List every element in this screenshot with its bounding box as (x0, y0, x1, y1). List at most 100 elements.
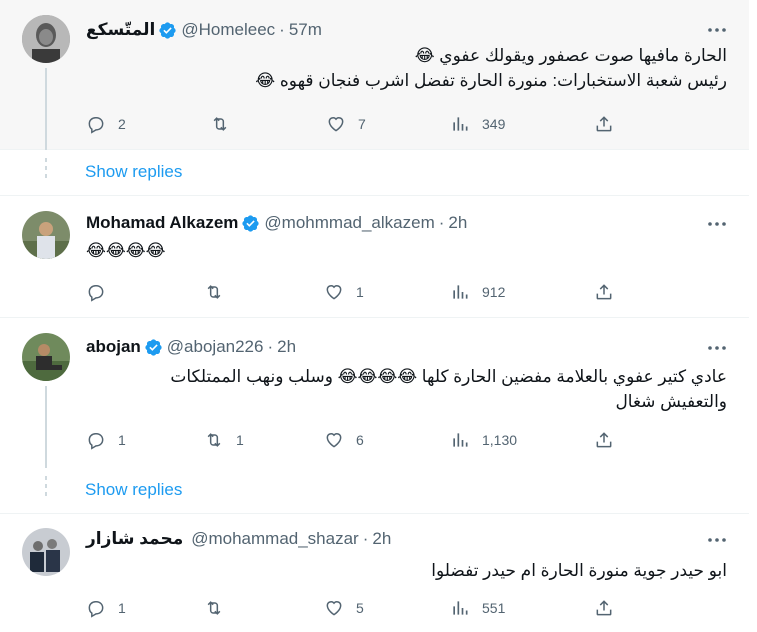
tweet-text: عادي كتير عفوي بالعلامة مفضين الحارة كله… (86, 364, 727, 414)
avatar[interactable] (22, 333, 70, 381)
like-count: 5 (356, 600, 364, 616)
tweet-line: رئيس شعبة الاستخبارات: منورة الحارة تفضل… (255, 71, 727, 90)
like-count: 1 (356, 284, 364, 300)
like-button[interactable]: 6 (324, 429, 364, 451)
display-name[interactable]: محمد شازار (86, 529, 183, 549)
retweet-button[interactable] (204, 281, 236, 303)
tweet-text: 😂😂😂😂 (86, 238, 727, 263)
reply-button[interactable]: 1 (86, 429, 126, 451)
retweet-button[interactable] (210, 113, 242, 135)
heart-icon (326, 433, 342, 448)
like-button[interactable]: 7 (326, 113, 366, 135)
verified-badge-icon[interactable] (158, 21, 177, 40)
retweet-icon (207, 285, 221, 299)
views-button[interactable]: 1,130 (450, 429, 517, 451)
show-replies-link[interactable]: Show replies (85, 480, 182, 500)
more-options-icon[interactable] (705, 338, 729, 358)
retweet-icon (213, 117, 227, 131)
separator: · (279, 20, 285, 39)
tweet-header: abojan @abojan226 · 2h (86, 336, 296, 358)
like-button[interactable]: 5 (324, 597, 364, 619)
like-count: 7 (358, 116, 366, 132)
retweet-button[interactable]: 1 (204, 429, 244, 451)
reply-icon (88, 117, 104, 134)
tweet-header: Mohamad Alkazem @mohmmad_alkazem · 2h (86, 212, 467, 234)
views-button[interactable]: 349 (450, 113, 505, 135)
page-edge (749, 0, 757, 632)
display-name[interactable]: Mohamad Alkazem (86, 213, 238, 233)
reply-button[interactable] (86, 281, 118, 303)
tweet-actions: 1 5 551 (86, 597, 626, 619)
tweet-actions: 1 1 6 1,130 (86, 429, 626, 451)
avatar[interactable] (22, 15, 70, 63)
tweet-text: ابو حيدر جوية منورة الحارة ام حيدر تفضلو… (86, 558, 727, 583)
like-button[interactable]: 1 (324, 281, 364, 303)
views-button[interactable]: 551 (450, 597, 505, 619)
more-options-icon[interactable] (705, 530, 729, 550)
retweet-icon (207, 601, 221, 615)
handle[interactable]: @mohmmad_alkazem (264, 213, 434, 233)
display-name[interactable]: المتّسكع (86, 20, 155, 40)
share-button[interactable] (594, 113, 614, 135)
analytics-icon (453, 117, 468, 131)
timestamp[interactable]: 57m (289, 20, 322, 40)
view-count: 912 (482, 284, 506, 300)
more-options-icon[interactable] (705, 20, 729, 40)
tweet-text: الحارة مافيها صوت عصفور ويقولك عفوي 😂 رئ… (86, 43, 727, 93)
tweet-actions: 2 7 349 (86, 113, 626, 135)
like-count: 6 (356, 432, 364, 448)
view-count: 551 (482, 600, 506, 616)
view-count: 349 (482, 116, 506, 132)
handle[interactable]: @Homeleec (181, 20, 275, 40)
verified-badge-icon[interactable] (144, 338, 163, 357)
show-replies-row[interactable]: Show replies (0, 150, 749, 196)
verified-badge-icon[interactable] (241, 214, 260, 233)
share-icon (596, 284, 612, 300)
tweet[interactable]: Mohamad Alkazem @mohmmad_alkazem · 2h 😂😂… (0, 196, 749, 318)
tweet-line: عادي كتير عفوي بالعلامة مفضين الحارة كله… (170, 367, 727, 386)
share-button[interactable] (594, 281, 614, 303)
tweet-line: الحارة مافيها صوت عصفور ويقولك عفوي 😂 (414, 46, 727, 65)
reply-count: 1 (118, 600, 126, 616)
retweet-icon (207, 433, 221, 447)
tweet[interactable]: محمد شازار @mohammad_shazar · 2h ابو حيد… (0, 514, 749, 632)
handle[interactable]: @mohammad_shazar (191, 529, 359, 549)
timestamp[interactable]: 2h (277, 337, 296, 357)
timestamp[interactable]: 2h (372, 529, 391, 549)
tweet-line: 😂😂😂😂 (86, 241, 166, 260)
reply-icon (88, 601, 104, 618)
retweet-button[interactable] (204, 597, 236, 619)
view-count: 1,130 (482, 432, 518, 448)
share-icon (596, 432, 612, 448)
share-button[interactable] (594, 597, 614, 619)
show-replies-link[interactable]: Show replies (85, 162, 182, 182)
thread-line (45, 386, 47, 468)
reply-button[interactable]: 2 (86, 113, 126, 135)
tweet-actions: 1 912 (86, 281, 626, 303)
heart-icon (326, 601, 342, 616)
tweet[interactable]: abojan @abojan226 · 2h عادي كتير عفوي با… (0, 318, 749, 468)
share-icon (596, 116, 612, 132)
reply-count: 1 (118, 432, 126, 448)
display-name[interactable]: abojan (86, 337, 141, 357)
reply-icon (88, 285, 104, 302)
tweet-line: ابو حيدر جوية منورة الحارة ام حيدر تفضلو… (431, 561, 727, 580)
thread-dots (44, 476, 48, 500)
thread-dots (44, 158, 48, 182)
tweet[interactable]: المتّسكع @Homeleec · 57m الحارة مافيها ص… (0, 0, 749, 150)
analytics-icon (453, 433, 468, 447)
separator: · (267, 337, 274, 356)
handle[interactable]: @abojan226 (167, 337, 264, 357)
avatar[interactable] (22, 211, 70, 259)
views-button[interactable]: 912 (450, 281, 505, 303)
avatar[interactable] (22, 528, 70, 576)
reply-count: 2 (118, 116, 126, 132)
reply-button[interactable]: 1 (86, 597, 126, 619)
thread-line (45, 68, 47, 150)
separator: · (362, 529, 369, 548)
tweet-header: محمد شازار @mohammad_shazar · 2h (86, 528, 391, 550)
timestamp[interactable]: 2h (448, 213, 467, 233)
share-button[interactable] (594, 429, 614, 451)
show-replies-row[interactable]: Show replies (0, 468, 749, 514)
more-options-icon[interactable] (705, 214, 729, 234)
